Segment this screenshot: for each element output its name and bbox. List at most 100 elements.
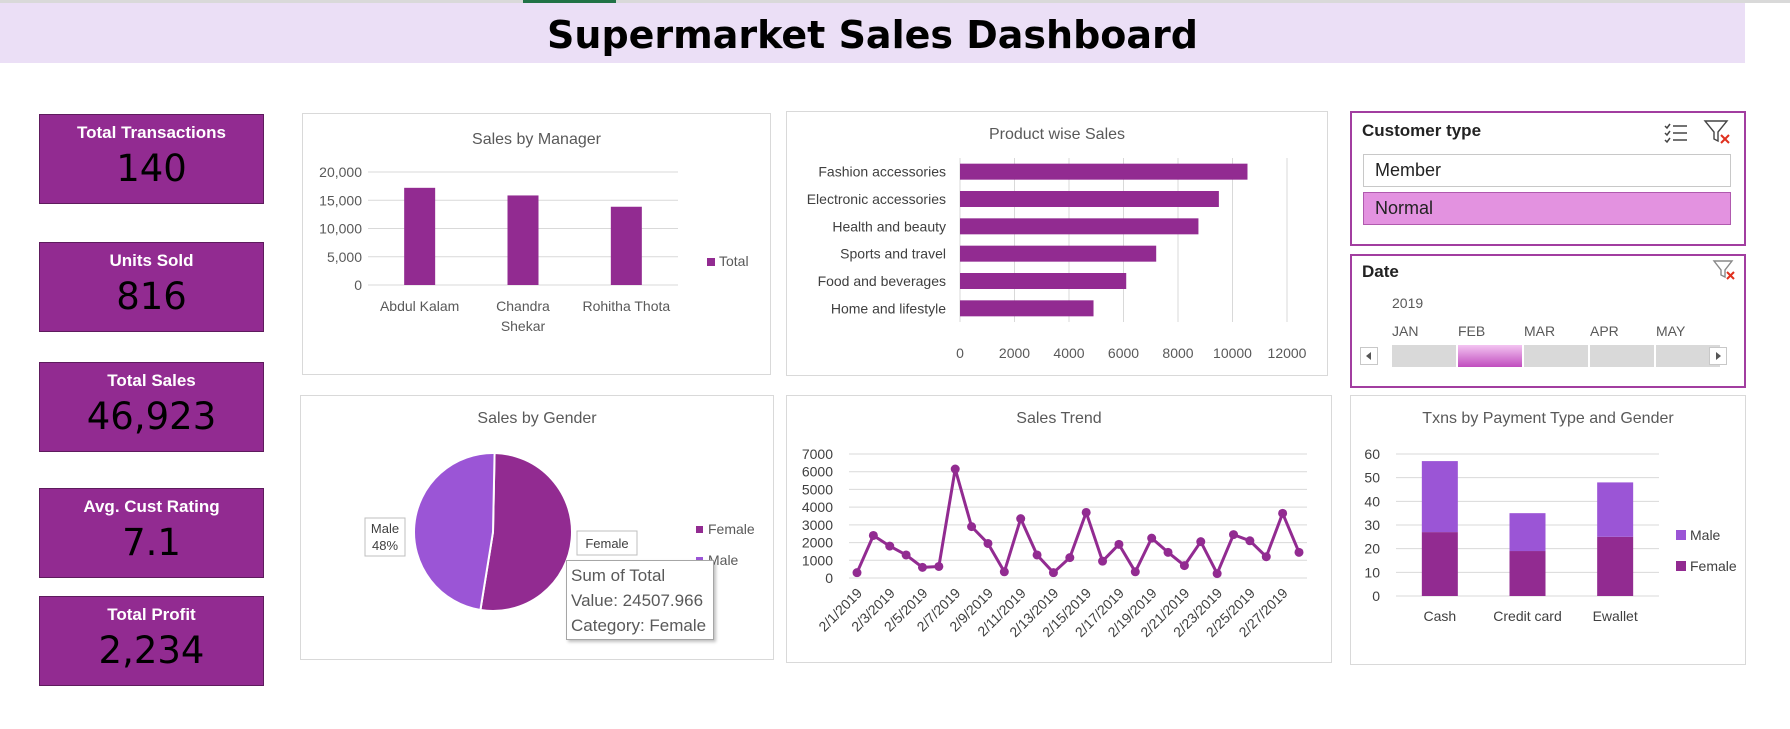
y-tick-label: Home and lifestyle	[831, 300, 946, 316]
data-point	[917, 562, 927, 572]
kpi-total-transactions[interactable]: Total Transactions 140	[39, 114, 264, 204]
data-point	[1245, 536, 1255, 546]
manager-chart-svg: 0 5,000 10,000 15,000 20,000 Abdul Kalam Chand…	[319, 164, 749, 334]
timeline-scroll-left-button[interactable]	[1360, 347, 1378, 365]
slicer-date-timeline: Date 2019 JAN FEB MAR APR MAY	[1350, 254, 1746, 388]
x-tick-label: 6000	[1108, 345, 1139, 361]
y-tick-label: 0	[825, 570, 833, 586]
x-tick-label: Cash	[1423, 608, 1456, 624]
data-point	[1278, 508, 1288, 518]
timeline-month-label: APR	[1590, 323, 1619, 339]
x-tick-label: Shekar	[501, 318, 546, 334]
chart-tooltip: Sum of Total Value: 24507.966 Category: …	[566, 560, 714, 640]
kpi-label: Total Sales	[107, 371, 196, 390]
chart-sales-by-manager[interactable]: Sales by Manager 0 5,000 10,000 15,000 20,00…	[302, 113, 771, 375]
clear-filter-icon[interactable]	[1703, 119, 1733, 145]
data-label-name: Male	[371, 521, 399, 536]
x-tick-label: Rohitha Thota	[582, 298, 670, 314]
slicer-item-member[interactable]: Member	[1363, 154, 1731, 187]
kpi-avg-cust-rating[interactable]: Avg. Cust Rating 7.1	[39, 488, 264, 578]
bar-segment	[1509, 513, 1546, 552]
y-tick-label: 6000	[802, 464, 833, 480]
data-point	[1032, 550, 1042, 560]
y-tick-label: 1000	[802, 552, 833, 568]
legend-label: Male	[1690, 527, 1721, 543]
data-point	[901, 550, 911, 560]
y-tick-label: Health and beauty	[832, 218, 946, 234]
multi-select-icon[interactable]	[1663, 120, 1689, 144]
x-tick-label: Chandra	[496, 298, 550, 314]
data-point	[1212, 569, 1222, 579]
chart-txns-by-payment[interactable]: Txns by Payment Type and Gender 0 10 20 30 4…	[1350, 395, 1746, 665]
y-tick-label: 3000	[802, 517, 833, 533]
kpi-total-sales[interactable]: Total Sales 46,923	[39, 362, 264, 452]
data-point	[852, 568, 862, 578]
kpi-units-sold[interactable]: Units Sold 816	[39, 242, 264, 332]
x-tick-label: 0	[956, 345, 964, 361]
data-point	[868, 530, 878, 540]
kpi-value: 2,234	[98, 629, 205, 672]
data-point	[1065, 553, 1075, 563]
kpi-value: 140	[116, 147, 187, 190]
timeline-month-label: JAN	[1392, 323, 1419, 339]
timeline-month-cell[interactable]	[1458, 345, 1522, 367]
data-point	[1048, 568, 1058, 578]
y-tick-label: Food and beverages	[818, 273, 946, 289]
kpi-value: 816	[116, 275, 187, 318]
chart-sales-trend[interactable]: Sales Trend 0 1000 2000 3000 4000 5000 6000 700…	[786, 395, 1332, 663]
y-tick-label: Fashion accessories	[818, 164, 946, 180]
data-label-name: Female	[585, 536, 628, 551]
bar	[960, 300, 1094, 317]
trend-chart-svg: 010002000300040005000600070002/1/20192/3…	[802, 446, 1307, 640]
bar	[610, 206, 642, 285]
triangle-left-icon	[1366, 352, 1371, 360]
bar-segment	[1597, 482, 1634, 537]
kpi-value: 7.1	[122, 521, 181, 564]
data-point	[1163, 547, 1173, 557]
chart-product-wise-sales[interactable]: Product wise Sales 0 2000 4000 6000 8000 1000…	[786, 111, 1328, 376]
clear-filter-icon[interactable]	[1712, 259, 1738, 283]
timeline-month-label: FEB	[1458, 323, 1486, 339]
kpi-label: Units Sold	[109, 251, 194, 270]
page-title: Supermarket Sales Dashboard	[547, 13, 1198, 57]
data-point	[1114, 539, 1124, 549]
data-point	[999, 567, 1009, 577]
x-tick-label: 10000	[1213, 345, 1252, 361]
y-tick-label: 30	[1364, 517, 1380, 533]
timeline-month-label: MAY	[1656, 323, 1686, 339]
tooltip-series: Sum of Total	[571, 566, 666, 585]
kpi-total-profit[interactable]: Total Profit 2,234	[39, 596, 264, 686]
bar	[404, 187, 436, 285]
data-point	[1130, 567, 1140, 577]
timeline-month-cell[interactable]	[1524, 345, 1588, 367]
bar	[960, 245, 1157, 262]
bar-segment	[1509, 551, 1546, 596]
product-chart-svg: 0 2000 4000 6000 8000 10000 12000 Fashion acces…	[807, 158, 1307, 361]
y-tick-label: 5,000	[327, 249, 362, 265]
data-point	[967, 522, 977, 532]
bar-segment	[1421, 532, 1458, 596]
y-tick-label: 40	[1364, 493, 1380, 509]
timeline-scroll-right-button[interactable]	[1709, 347, 1727, 365]
slicer-item-normal[interactable]: Normal	[1363, 192, 1731, 225]
legend-swatch	[696, 526, 703, 533]
bar	[960, 218, 1199, 235]
y-tick-label: 4000	[802, 499, 833, 515]
kpi-label: Total Profit	[107, 605, 196, 624]
x-tick-label: Credit card	[1493, 608, 1561, 624]
y-tick-label: Electronic accessories	[807, 191, 946, 207]
y-tick-label: 5000	[802, 481, 833, 497]
data-point	[1098, 556, 1108, 566]
x-tick-label: Ewallet	[1593, 608, 1638, 624]
timeline-month-cell[interactable]	[1590, 345, 1654, 367]
data-point	[1147, 533, 1157, 543]
y-tick-label: 0	[1372, 588, 1380, 604]
timeline-month-cell[interactable]	[1392, 345, 1456, 367]
series-line	[855, 467, 1301, 576]
x-tick-label: 12000	[1268, 345, 1307, 361]
legend-label: Total	[719, 253, 749, 269]
tooltip-category: Category: Female	[571, 616, 707, 635]
data-point	[1229, 530, 1239, 540]
y-tick-label: 20,000	[319, 164, 362, 180]
data-point	[950, 464, 960, 474]
